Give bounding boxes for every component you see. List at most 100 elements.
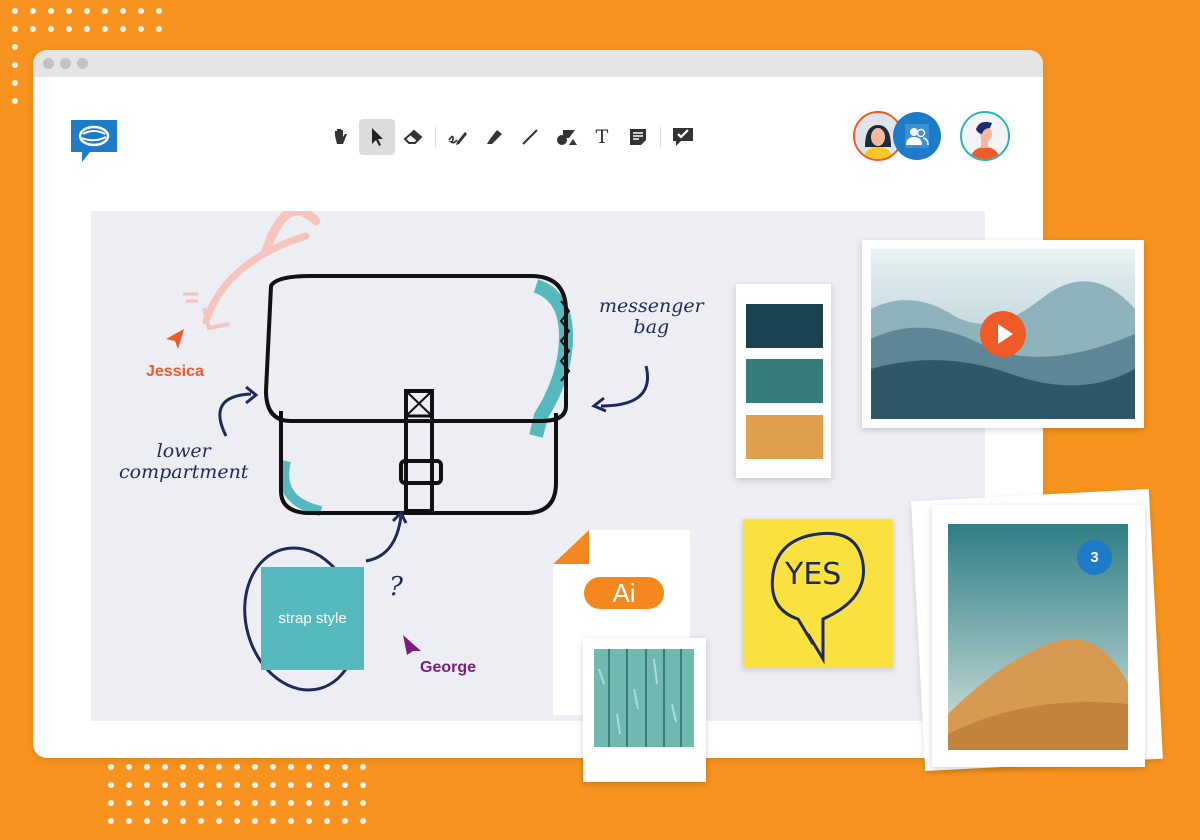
decorative-dot — [156, 26, 162, 32]
users-icon — [905, 124, 929, 148]
george-cursor-icon — [403, 635, 421, 655]
note-question[interactable]: ? — [389, 573, 403, 602]
decorative-dot — [12, 44, 18, 50]
pen-icon — [448, 132, 467, 145]
shapes-icon — [557, 130, 577, 145]
decorative-dot — [324, 818, 330, 824]
decorative-dot — [12, 62, 18, 68]
eraser-tool[interactable] — [395, 119, 431, 155]
decorative-dot — [270, 800, 276, 806]
decorative-dot — [306, 800, 312, 806]
cursor-label-jessica: Jessica — [146, 363, 204, 380]
decorative-dot — [108, 782, 114, 788]
decorative-dot — [156, 8, 162, 14]
decorative-dot — [198, 818, 204, 824]
text-icon: T — [595, 126, 609, 148]
decorative-dot — [216, 818, 222, 824]
avatar-group[interactable] — [893, 112, 941, 160]
decorative-dot — [360, 800, 366, 806]
wood-photo — [594, 649, 694, 747]
decorative-dot — [108, 800, 114, 806]
decorative-dot — [360, 782, 366, 788]
highlighter-tool[interactable] — [476, 119, 512, 155]
decorative-dot — [84, 26, 90, 32]
decorative-dot — [216, 782, 222, 788]
decorative-dot — [360, 818, 366, 824]
strap-style-note[interactable]: strap style — [261, 567, 364, 670]
jessica-cursor-icon — [166, 329, 184, 349]
decorative-dot — [198, 782, 204, 788]
decorative-dot — [12, 26, 18, 32]
palette-swatch[interactable] — [746, 304, 823, 348]
decorative-dot — [12, 8, 18, 14]
decorative-dot — [144, 764, 150, 770]
window-dot[interactable] — [43, 58, 54, 69]
decorative-dot — [144, 782, 150, 788]
decorative-dot — [252, 782, 258, 788]
decorative-dot — [12, 80, 18, 86]
decorative-dot — [270, 764, 276, 770]
decorative-dot — [342, 764, 348, 770]
decorative-dot — [252, 764, 258, 770]
decorative-dot — [270, 782, 276, 788]
decorative-dot — [306, 764, 312, 770]
line-tool[interactable] — [512, 119, 548, 155]
hand-tool[interactable] — [323, 119, 359, 155]
decorative-dot — [234, 764, 240, 770]
decorative-dot — [144, 800, 150, 806]
decorative-dot — [102, 8, 108, 14]
select-tool[interactable] — [359, 119, 395, 155]
decorative-dot — [288, 764, 294, 770]
toolbar-divider — [435, 127, 436, 147]
decorative-dot — [342, 818, 348, 824]
wood-photo-card[interactable] — [583, 638, 706, 782]
decorative-dot — [180, 764, 186, 770]
decorative-dot — [324, 782, 330, 788]
decorative-dot — [198, 764, 204, 770]
decorative-dot — [198, 800, 204, 806]
toolbar-divider — [660, 127, 661, 147]
app-logo-icon — [68, 118, 120, 169]
decorative-dot — [30, 8, 36, 14]
play-icon — [998, 324, 1013, 344]
decorative-dot — [48, 26, 54, 32]
note-lower-compartment[interactable]: lower compartment — [119, 441, 248, 483]
decorative-dot — [66, 26, 72, 32]
photo-stack-card[interactable]: 3 — [932, 505, 1145, 767]
speech-bubble-doodle — [770, 531, 865, 665]
hand-icon — [335, 129, 347, 144]
avatar-george[interactable] — [960, 111, 1010, 161]
decorative-dot — [84, 8, 90, 14]
sticky-note-yes[interactable]: YES — [743, 519, 893, 668]
decorative-dot — [138, 26, 144, 32]
decorative-dot — [162, 818, 168, 824]
feedback-tool[interactable] — [665, 119, 701, 155]
decorative-dot — [108, 818, 114, 824]
decorative-dot — [180, 800, 186, 806]
decorative-dot — [234, 782, 240, 788]
decorative-dot — [120, 8, 126, 14]
video-card[interactable] — [862, 240, 1144, 428]
decorative-dot — [306, 818, 312, 824]
palette-swatch[interactable] — [746, 359, 823, 403]
shapes-tool[interactable] — [548, 119, 584, 155]
comment-check-icon — [673, 128, 693, 146]
decorative-dot — [324, 764, 330, 770]
decorative-dot — [288, 818, 294, 824]
decorative-dot — [342, 782, 348, 788]
man-avatar-icon — [970, 121, 1000, 159]
decorative-dots-bottom — [108, 764, 366, 824]
play-button[interactable] — [980, 311, 1026, 357]
palette-swatch[interactable] — [746, 415, 823, 459]
text-tool[interactable]: T — [584, 119, 620, 155]
color-palette-card[interactable] — [736, 284, 831, 478]
window-dot[interactable] — [77, 58, 88, 69]
sticky-text: YES — [785, 557, 842, 592]
pen-tool[interactable] — [440, 119, 476, 155]
decorative-dot — [162, 782, 168, 788]
cursor-label-george: George — [420, 659, 477, 676]
note-messenger-bag[interactable]: messenger bag — [599, 296, 704, 338]
window-dot[interactable] — [60, 58, 71, 69]
note-tool[interactable] — [620, 119, 656, 155]
decorative-dot — [180, 782, 186, 788]
